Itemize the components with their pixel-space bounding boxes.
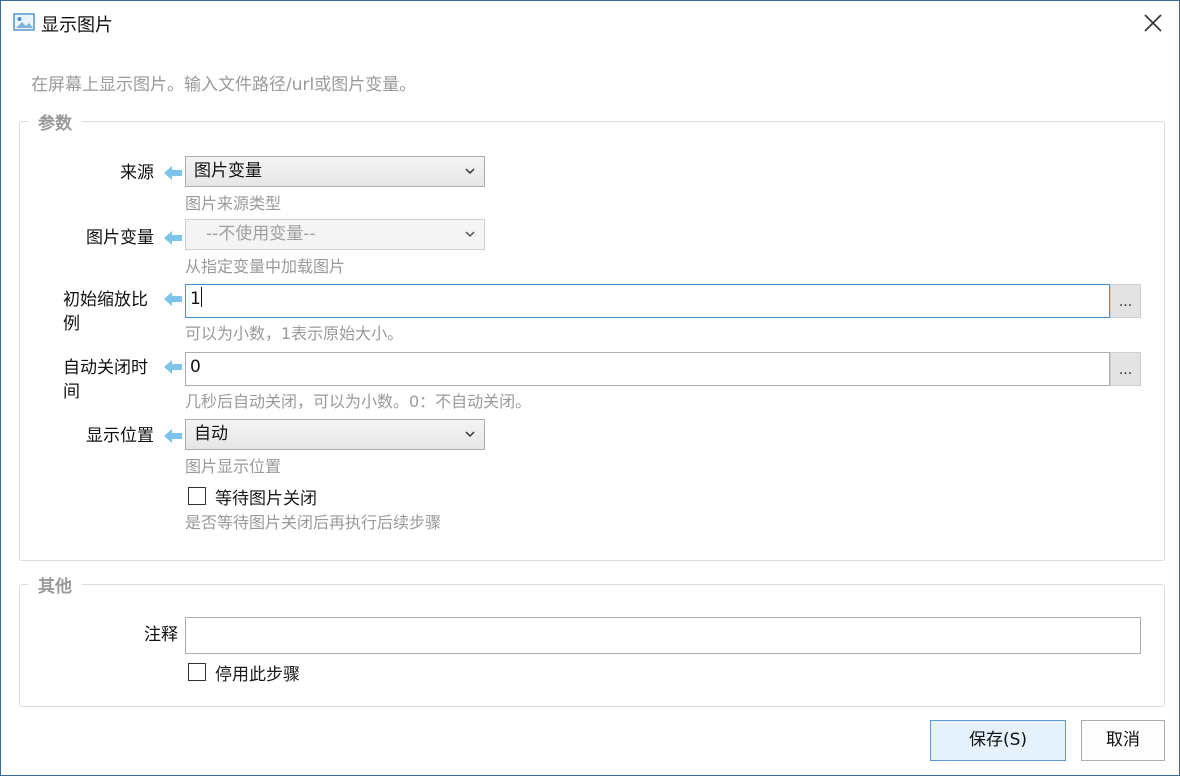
wait-close-label[interactable]: 等待图片关闭: [215, 484, 317, 509]
close-icon[interactable]: [1141, 11, 1165, 35]
auto-close-label: 自动关闭时 间: [63, 356, 163, 404]
image-icon: [13, 13, 35, 31]
arrow-left-icon: [164, 166, 182, 180]
position-hint: 图片显示位置: [185, 457, 282, 476]
zoom-label: 初始缩放比 例: [63, 288, 163, 336]
position-select-value: 自动: [194, 424, 228, 444]
wait-close-checkbox[interactable]: [188, 487, 206, 505]
other-legend: 其他: [28, 572, 82, 597]
save-button[interactable]: 保存(S): [930, 720, 1066, 761]
wait-close-hint: 是否等待图片关闭后再执行后续步骤: [185, 513, 442, 532]
position-label: 显示位置: [86, 426, 154, 446]
zoom-input[interactable]: 1: [185, 284, 1110, 318]
text-cursor: [200, 287, 202, 307]
description-text: 在屏幕上显示图片。输入文件路径/url或图片变量。: [31, 75, 417, 95]
arrow-left-icon: [164, 360, 182, 374]
params-legend: 参数: [28, 109, 82, 134]
disable-step-label[interactable]: 停用此步骤: [215, 660, 300, 685]
zoom-label-line1: 初始缩放比: [63, 290, 148, 310]
arrow-left-icon: [164, 429, 182, 443]
chevron-down-icon: [465, 168, 475, 175]
source-label: 来源: [120, 163, 154, 183]
auto-close-input[interactable]: 0: [185, 352, 1110, 386]
auto-close-label-line1: 自动关闭时: [63, 358, 148, 378]
auto-close-label-line2: 间: [63, 382, 80, 402]
image-var-label: 图片变量: [86, 228, 154, 248]
image-var-select[interactable]: --不使用变量--: [185, 219, 485, 250]
auto-close-more-button[interactable]: ...: [1110, 352, 1141, 386]
auto-close-hint: 几秒后自动关闭，可以为小数。0：不自动关闭。: [185, 392, 532, 411]
window-title: 显示图片: [41, 15, 113, 36]
zoom-label-line2: 例: [63, 314, 80, 334]
cancel-button[interactable]: 取消: [1081, 720, 1165, 761]
arrow-left-icon: [164, 292, 182, 306]
position-select[interactable]: 自动: [185, 419, 485, 450]
zoom-input-value: 1: [190, 289, 201, 309]
arrow-left-icon: [164, 231, 182, 245]
image-var-select-value: --不使用变量--: [206, 224, 316, 244]
source-select-value: 图片变量: [194, 161, 262, 181]
source-hint: 图片来源类型: [185, 194, 282, 213]
zoom-more-button[interactable]: ...: [1110, 284, 1141, 318]
chevron-down-icon: [465, 231, 475, 238]
zoom-hint: 可以为小数，1表示原始大小。: [185, 324, 404, 343]
comment-label: 注释: [144, 625, 178, 645]
image-var-hint: 从指定变量中加载图片: [185, 257, 346, 276]
disable-step-checkbox[interactable]: [188, 663, 206, 681]
comment-input[interactable]: [185, 617, 1141, 654]
source-select[interactable]: 图片变量: [185, 156, 485, 187]
chevron-down-icon: [465, 431, 475, 438]
title-bar: 显示图片: [1, 1, 1179, 45]
